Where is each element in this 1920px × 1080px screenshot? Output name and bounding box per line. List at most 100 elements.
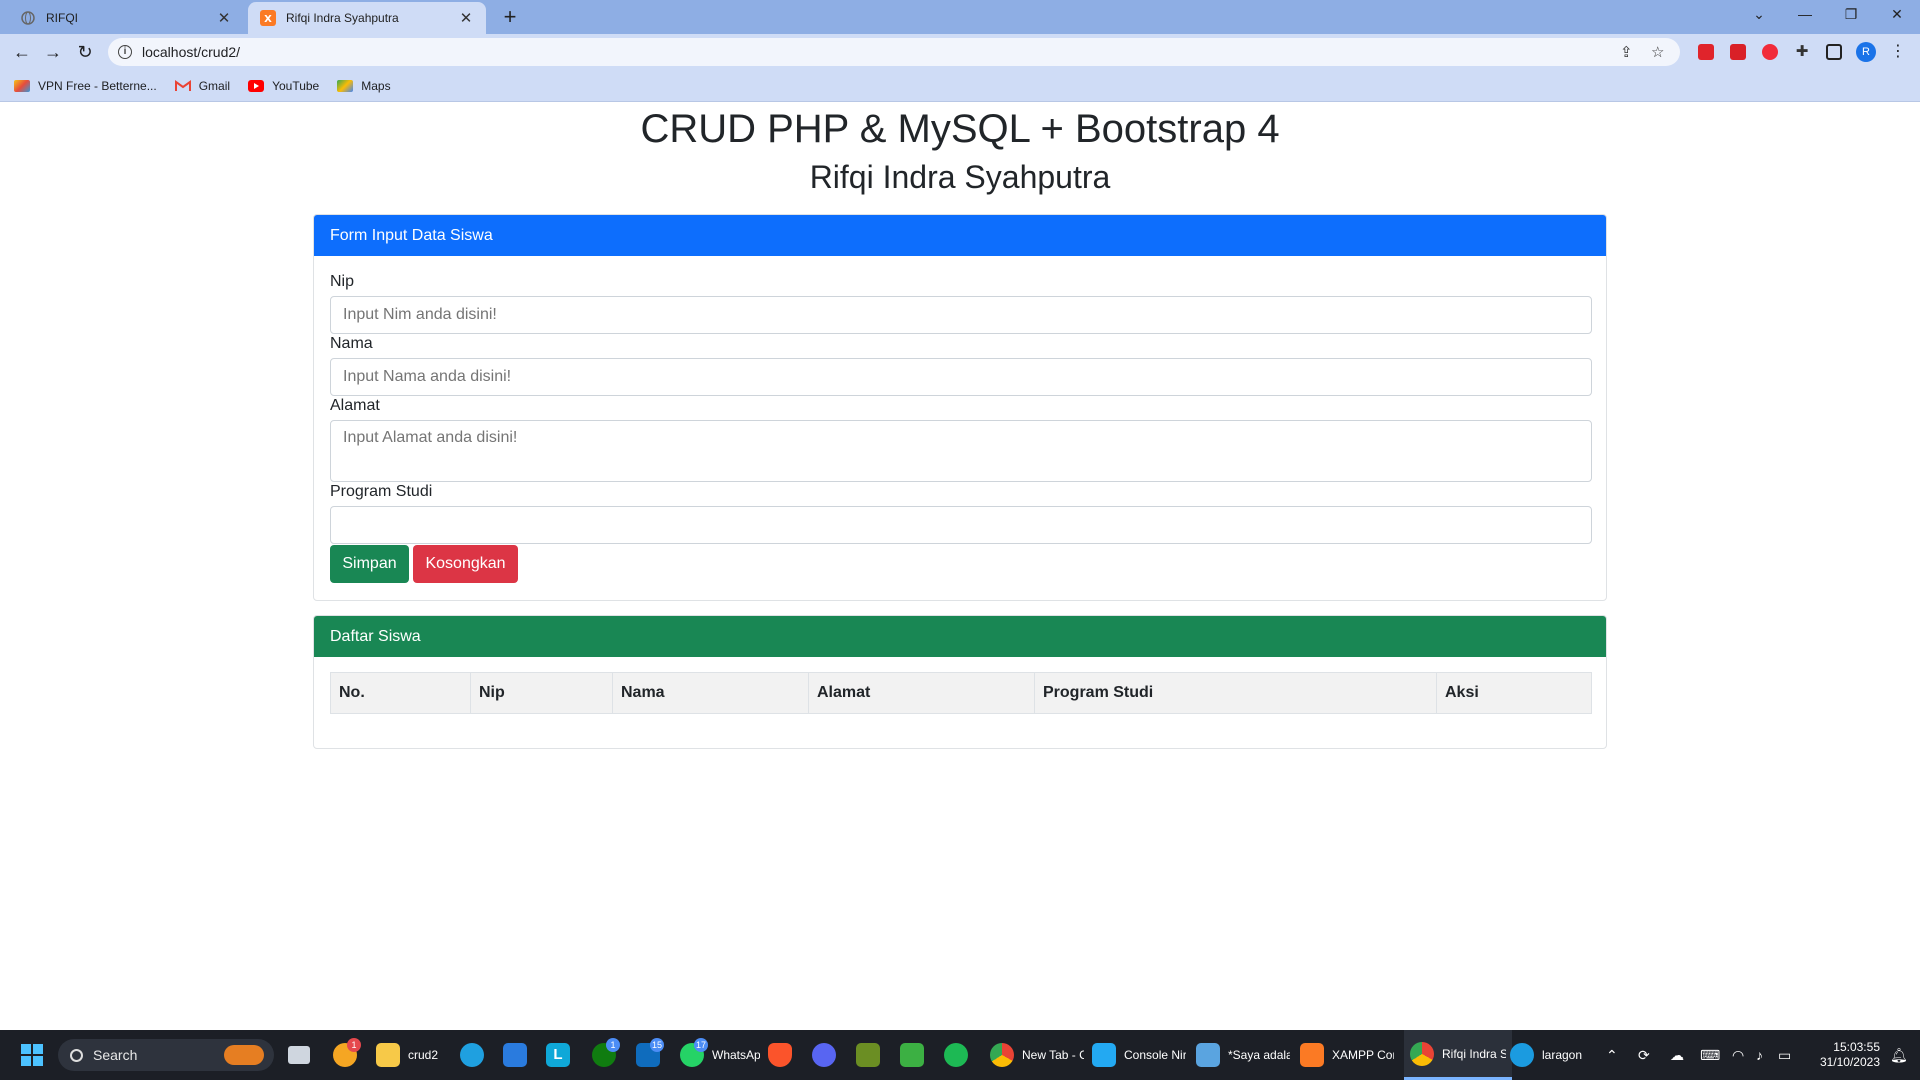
simpan-button[interactable]: Simpan <box>330 545 409 583</box>
taskbar-app-xampp[interactable]: XAMPP Cor <box>1300 1030 1394 1080</box>
task-view-button[interactable] <box>288 1030 310 1080</box>
taskbar-app-chrome-newtab[interactable]: New Tab - C <box>990 1030 1084 1080</box>
tray-overflow-icon[interactable]: ⌃ <box>1606 1030 1618 1080</box>
col-alamat: Alamat <box>809 673 1035 713</box>
pdf-extension-icon[interactable] <box>1730 44 1746 60</box>
col-aksi: Aksi <box>1445 684 1479 701</box>
taskbar-app-vscode[interactable]: Console Nir <box>1092 1030 1186 1080</box>
chrome-icon <box>990 1043 1014 1067</box>
taskbar-app-whatsapp[interactable]: 17 WhatsApp <box>680 1030 760 1080</box>
notepad-icon <box>1196 1043 1220 1067</box>
browser-tab-bar: RIFQI ✕ X Rifqi Indra Syahputra ✕ + ⌄ — … <box>0 0 1920 34</box>
address-bar[interactable]: i localhost/crud2/ ⇪ ☆ <box>108 38 1680 66</box>
bookmark-star-icon[interactable]: ☆ <box>1651 43 1664 61</box>
forward-button[interactable]: → <box>41 40 65 64</box>
taskbar-app-notepad[interactable]: *Saya adala <box>1196 1030 1290 1080</box>
nip-label: Nip <box>330 273 355 290</box>
app-label: crud2 <box>408 1048 439 1062</box>
l-app-icon: L <box>546 1043 570 1067</box>
alamat-textarea[interactable] <box>330 420 1592 482</box>
keyboard-icon[interactable]: ⌨ <box>1700 1030 1720 1080</box>
taskbar-app-edge[interactable] <box>460 1030 484 1080</box>
svg-text:X: X <box>264 14 272 25</box>
bookmark-maps[interactable]: Maps <box>337 79 391 93</box>
windows-logo-icon <box>21 1044 43 1066</box>
taskbar-app-l[interactable]: L <box>546 1030 570 1080</box>
tab-rifqi[interactable]: RIFQI ✕ <box>8 2 244 34</box>
taskbar-app-xbox[interactable]: 1 <box>592 1030 620 1080</box>
start-button[interactable] <box>20 1030 44 1080</box>
restore-button[interactable]: ❐ <box>1828 0 1874 30</box>
program-studi-input[interactable] <box>330 506 1592 544</box>
notification-bell-icon[interactable]: 🔔︎ <box>1890 1030 1908 1080</box>
taskbar-app-spotify[interactable] <box>944 1030 968 1080</box>
nama-input[interactable] <box>330 358 1592 396</box>
browser-toolbar: ← → ↻ i localhost/crud2/ ⇪ ☆ ✚ R ⋮ <box>0 34 1920 70</box>
taskbar-clock[interactable]: 15:03:55 31/10/2023 <box>1800 1040 1880 1070</box>
taskbar-app-laragon[interactable]: laragon <box>1510 1030 1596 1080</box>
opera-extension-icon[interactable] <box>1762 44 1778 60</box>
app-label: laragon <box>1542 1048 1583 1062</box>
spotify-icon <box>944 1043 968 1067</box>
app-label: XAMPP Cor <box>1332 1048 1394 1062</box>
taskbar-search[interactable]: Search <box>58 1039 274 1071</box>
sync-icon[interactable]: ⟳ <box>1638 1030 1650 1080</box>
taskbar-app-minecraft[interactable] <box>856 1030 880 1080</box>
widgets-button[interactable]: 1 <box>333 1030 361 1080</box>
minimize-button[interactable]: — <box>1782 0 1828 30</box>
taskbar-app-chrome-active[interactable]: Rifqi Indra S <box>1404 1030 1512 1080</box>
bookmark-youtube[interactable]: YouTube <box>248 79 319 93</box>
page-content: CRUD PHP & MySQL + Bootstrap 4 Rifqi Ind… <box>0 103 1920 1030</box>
gmail-icon <box>174 79 191 92</box>
col-nip: Nip <box>471 673 613 713</box>
bookmark-vpn[interactable]: VPN Free - Betterne... <box>14 79 157 93</box>
xampp-icon <box>1300 1043 1324 1067</box>
battery-icon[interactable]: ▭ <box>1778 1030 1791 1080</box>
app-label: WhatsApp <box>712 1048 760 1062</box>
close-tab-icon[interactable]: ✕ <box>458 9 474 27</box>
tab-search-icon[interactable]: ⌄ <box>1736 0 1782 30</box>
extensions-puzzle-icon[interactable]: ✚ <box>1794 44 1810 60</box>
nip-input[interactable] <box>330 296 1592 334</box>
bookmarks-bar: VPN Free - Betterne... Gmail YouTube Map… <box>0 70 1920 102</box>
minecraft-icon <box>856 1043 880 1067</box>
brave-icon <box>768 1043 792 1067</box>
new-tab-button[interactable]: + <box>496 4 524 32</box>
taskbar-app-store[interactable] <box>503 1030 527 1080</box>
reload-button[interactable]: ↻ <box>73 40 97 64</box>
mail-badge: 15 <box>650 1038 665 1052</box>
student-table-header: No. Nip Nama Alamat Program Studi Aksi <box>330 672 1592 714</box>
maps-icon <box>337 79 354 92</box>
tab-rifqi-indra-syahputra[interactable]: X Rifqi Indra Syahputra ✕ <box>248 2 486 34</box>
widgets-badge: 1 <box>347 1038 361 1052</box>
store-icon <box>503 1043 527 1067</box>
taskbar-app-explorer[interactable]: crud2 <box>376 1030 438 1080</box>
side-panel-icon[interactable] <box>1826 44 1842 60</box>
onedrive-icon[interactable]: ☁ <box>1670 1030 1684 1080</box>
site-info-icon[interactable]: i <box>118 45 132 59</box>
taskbar-app-creeper[interactable] <box>900 1030 924 1080</box>
url-text: localhost/crud2/ <box>142 44 241 60</box>
taskbar-app-mail[interactable]: 15 <box>636 1030 665 1080</box>
close-window-button[interactable]: ✕ <box>1874 0 1920 30</box>
bookmark-gmail[interactable]: Gmail <box>174 79 230 93</box>
kosongkan-button[interactable]: Kosongkan <box>413 545 518 583</box>
vscode-icon <box>1092 1043 1116 1067</box>
menu-kebab-icon[interactable]: ⋮ <box>1886 40 1910 64</box>
col-no: No. <box>331 673 471 713</box>
form-card: Form Input Data Siswa Nip Nama Alamat Pr… <box>313 214 1607 601</box>
wifi-icon[interactable]: ◠ <box>1732 1030 1744 1080</box>
back-button[interactable]: ← <box>10 40 34 64</box>
profile-avatar[interactable]: R <box>1856 42 1876 62</box>
app-label: *Saya adala <box>1228 1048 1290 1062</box>
close-tab-icon[interactable]: ✕ <box>216 9 232 27</box>
search-highlight-icon <box>224 1045 264 1065</box>
taskbar-app-discord[interactable] <box>812 1030 836 1080</box>
brave-shield-icon[interactable] <box>1698 44 1714 60</box>
taskbar-app-brave[interactable] <box>768 1030 792 1080</box>
volume-icon[interactable]: ♪ <box>1756 1030 1763 1080</box>
share-icon[interactable]: ⇪ <box>1620 43 1633 61</box>
tab-label: RIFQI <box>46 11 78 25</box>
folder-icon <box>376 1043 400 1067</box>
clock-date: 31/10/2023 <box>1819 1055 1880 1069</box>
